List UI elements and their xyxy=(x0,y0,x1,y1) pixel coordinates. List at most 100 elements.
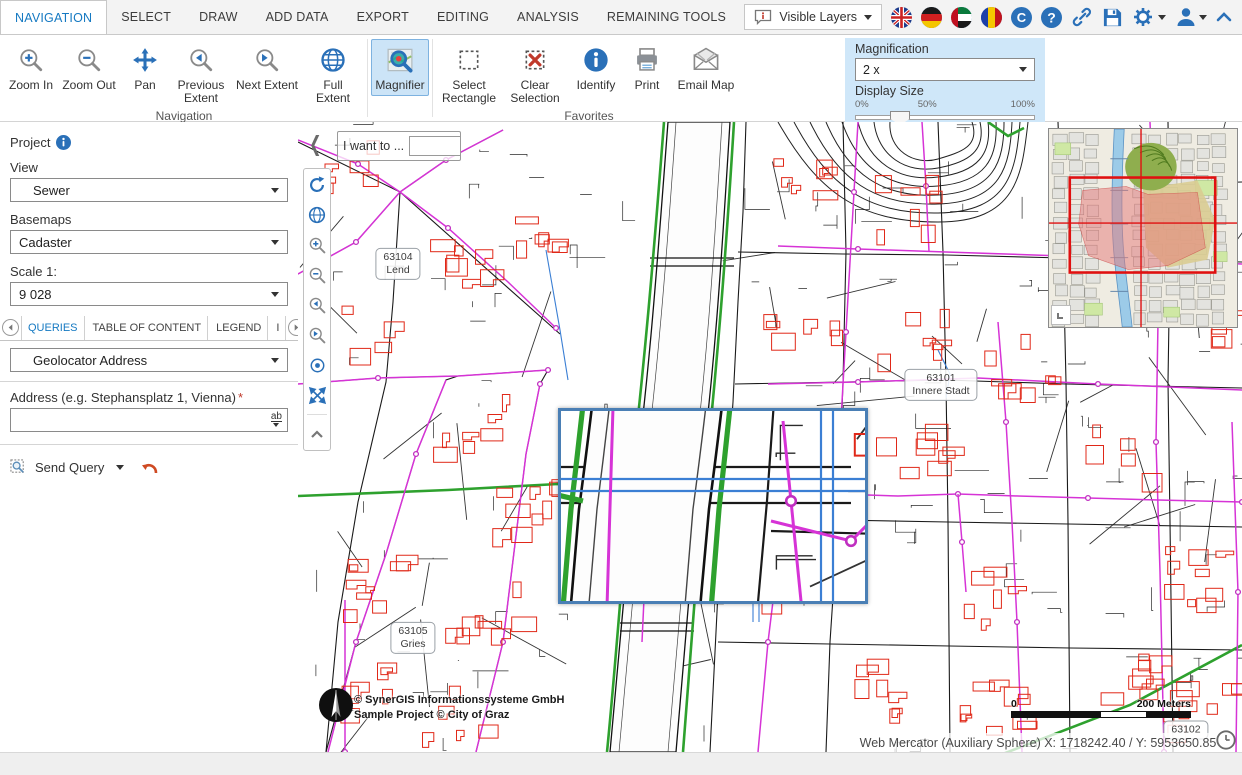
callout-info-icon xyxy=(754,9,772,25)
zoom-out-icon xyxy=(76,43,102,77)
button-label: Full Extent xyxy=(305,79,361,105)
button-label: Previous Extent xyxy=(173,79,229,105)
help-icon[interactable]: ? xyxy=(1041,7,1062,28)
email-map-button[interactable]: Email Map xyxy=(670,39,742,96)
magnification-select[interactable]: 2 x xyxy=(855,58,1035,81)
chevron-down-icon xyxy=(1158,15,1166,20)
sidebar-tab-table-of-content[interactable]: TABLE OF CONTENT xyxy=(87,316,209,340)
query-type-value: Geolocator Address xyxy=(33,353,147,368)
identify-button[interactable]: Identify xyxy=(568,39,624,96)
full-extent-globe-icon[interactable] xyxy=(306,204,328,226)
query-type-select[interactable]: Geolocator Address xyxy=(10,348,288,372)
tab-remaining-tools[interactable]: REMAINING TOOLS xyxy=(593,0,740,34)
sidebar-tab-legend[interactable]: LEGEND xyxy=(210,316,268,340)
button-label: Email Map xyxy=(678,79,735,92)
collapse-ribbon-icon[interactable] xyxy=(1216,11,1232,23)
zoom-in-icon xyxy=(18,43,44,77)
tab-export[interactable]: EXPORT xyxy=(343,0,423,34)
overview-map[interactable] xyxy=(1048,128,1238,328)
ribbon-separator xyxy=(367,39,368,117)
address-input[interactable] xyxy=(16,412,271,429)
select-rectangle-button[interactable]: Select Rectangle xyxy=(436,39,502,109)
center-target-icon[interactable] xyxy=(306,354,328,376)
save-icon[interactable] xyxy=(1102,7,1123,28)
clear-selection-button[interactable]: Clear Selection xyxy=(502,39,568,109)
send-query-button[interactable]: Send Query xyxy=(35,460,104,475)
button-label: Next Extent xyxy=(236,79,298,92)
project-info-icon[interactable] xyxy=(56,135,71,150)
visible-layers-dropdown[interactable]: Visible Layers xyxy=(744,4,882,30)
send-query-options-chevron[interactable] xyxy=(116,465,124,470)
chevron-down-icon xyxy=(271,358,279,363)
print-icon xyxy=(633,43,661,77)
scale-bar: 0 200 Meters xyxy=(1011,698,1191,718)
tab-editing[interactable]: EDITING xyxy=(423,0,503,34)
button-label: Select Rectangle xyxy=(439,79,499,105)
pan-button[interactable]: Pan xyxy=(120,39,170,96)
tab-add-data[interactable]: ADD DATA xyxy=(252,0,343,34)
zoom-in-button[interactable]: Zoom In xyxy=(4,39,58,96)
overview-map-canvas xyxy=(1049,129,1237,327)
history-clock-icon[interactable] xyxy=(1215,729,1237,752)
overview-collapse-icon[interactable] xyxy=(1051,305,1071,325)
basemaps-select[interactable]: Cadaster xyxy=(10,230,288,254)
clear-selection-icon xyxy=(522,43,548,77)
print-button[interactable]: Print xyxy=(624,39,670,96)
project-label: Project xyxy=(10,135,50,150)
magnifier-window[interactable] xyxy=(558,408,868,604)
district-label-lend: 63104Lend xyxy=(375,248,420,280)
refresh-icon[interactable] xyxy=(306,174,328,196)
language-arabic-flag-icon[interactable] xyxy=(951,7,972,28)
i-want-to-label: I want to ... xyxy=(343,139,404,153)
collapse-toolbar-chevron-icon[interactable] xyxy=(306,423,328,445)
tabs-scroll-left-button[interactable] xyxy=(2,319,19,336)
slider-track[interactable] xyxy=(855,115,1035,120)
reset-undo-icon[interactable] xyxy=(140,460,160,476)
sidebar-tab-truncated[interactable]: I xyxy=(270,316,286,340)
tab-analysis[interactable]: ANALYSIS xyxy=(503,0,593,34)
language-german-flag-icon[interactable] xyxy=(921,7,942,28)
share-link-icon[interactable] xyxy=(1071,6,1093,28)
magnifier-button[interactable]: Magnifier xyxy=(371,39,429,96)
tab-draw[interactable]: DRAW xyxy=(185,0,252,34)
next-extent-icon xyxy=(254,43,280,77)
settings-gear-icon[interactable] xyxy=(1132,6,1166,28)
view-select[interactable]: Sewer xyxy=(10,178,288,202)
language-c-badge-icon[interactable]: C xyxy=(1011,7,1032,28)
full-extent-button[interactable]: Full Extent xyxy=(302,39,364,109)
tab-select[interactable]: SELECT xyxy=(107,0,185,34)
autocomplete-ab-icon[interactable]: ab xyxy=(271,413,282,427)
sidebar-collapse-chevron[interactable]: ❮ xyxy=(309,131,322,156)
tabs-scroll-right-button[interactable] xyxy=(288,319,298,336)
visible-layers-label: Visible Layers xyxy=(779,10,857,24)
favorites-group: Select Rectangle Clear Selection Identif… xyxy=(436,35,742,121)
scale-label: Scale 1: xyxy=(10,264,288,279)
language-english-flag-icon[interactable] xyxy=(891,7,912,28)
display-size-ticks: 0% 50% 100% xyxy=(855,99,1035,110)
tab-navigation[interactable]: NAVIGATION xyxy=(0,0,107,34)
divider xyxy=(0,381,298,382)
button-label: Identify xyxy=(577,79,616,92)
magnifier-icon xyxy=(385,43,415,77)
chevron-down-icon xyxy=(271,292,279,297)
next-extent-icon[interactable] xyxy=(306,324,328,346)
map-viewport[interactable]: ❮ I want to ... xyxy=(298,122,1242,752)
next-extent-button[interactable]: Next Extent xyxy=(232,39,302,96)
application-window: NAVIGATION SELECT DRAW ADD DATA EXPORT E… xyxy=(0,0,1242,775)
scale-select[interactable]: 9 028 xyxy=(10,282,288,306)
previous-extent-icon[interactable] xyxy=(306,294,328,316)
svg-text:?: ? xyxy=(1047,9,1056,25)
view-label: View xyxy=(10,160,288,175)
previous-extent-button[interactable]: Previous Extent xyxy=(170,39,232,109)
i-want-to-input[interactable] xyxy=(409,136,461,156)
district-label-gries: 63105Gries xyxy=(390,622,435,654)
sidebar-tab-queries[interactable]: QUERIES xyxy=(21,316,85,340)
zoom-in-icon[interactable] xyxy=(306,234,328,256)
expand-fullscreen-icon[interactable] xyxy=(306,384,328,406)
email-map-icon xyxy=(691,43,721,77)
sidebar-tab-strip: QUERIES TABLE OF CONTENT LEGEND I xyxy=(0,315,298,341)
language-romanian-flag-icon[interactable] xyxy=(981,7,1002,28)
user-account-icon[interactable] xyxy=(1175,6,1207,28)
zoom-out-icon[interactable] xyxy=(306,264,328,286)
zoom-out-button[interactable]: Zoom Out xyxy=(58,39,120,96)
